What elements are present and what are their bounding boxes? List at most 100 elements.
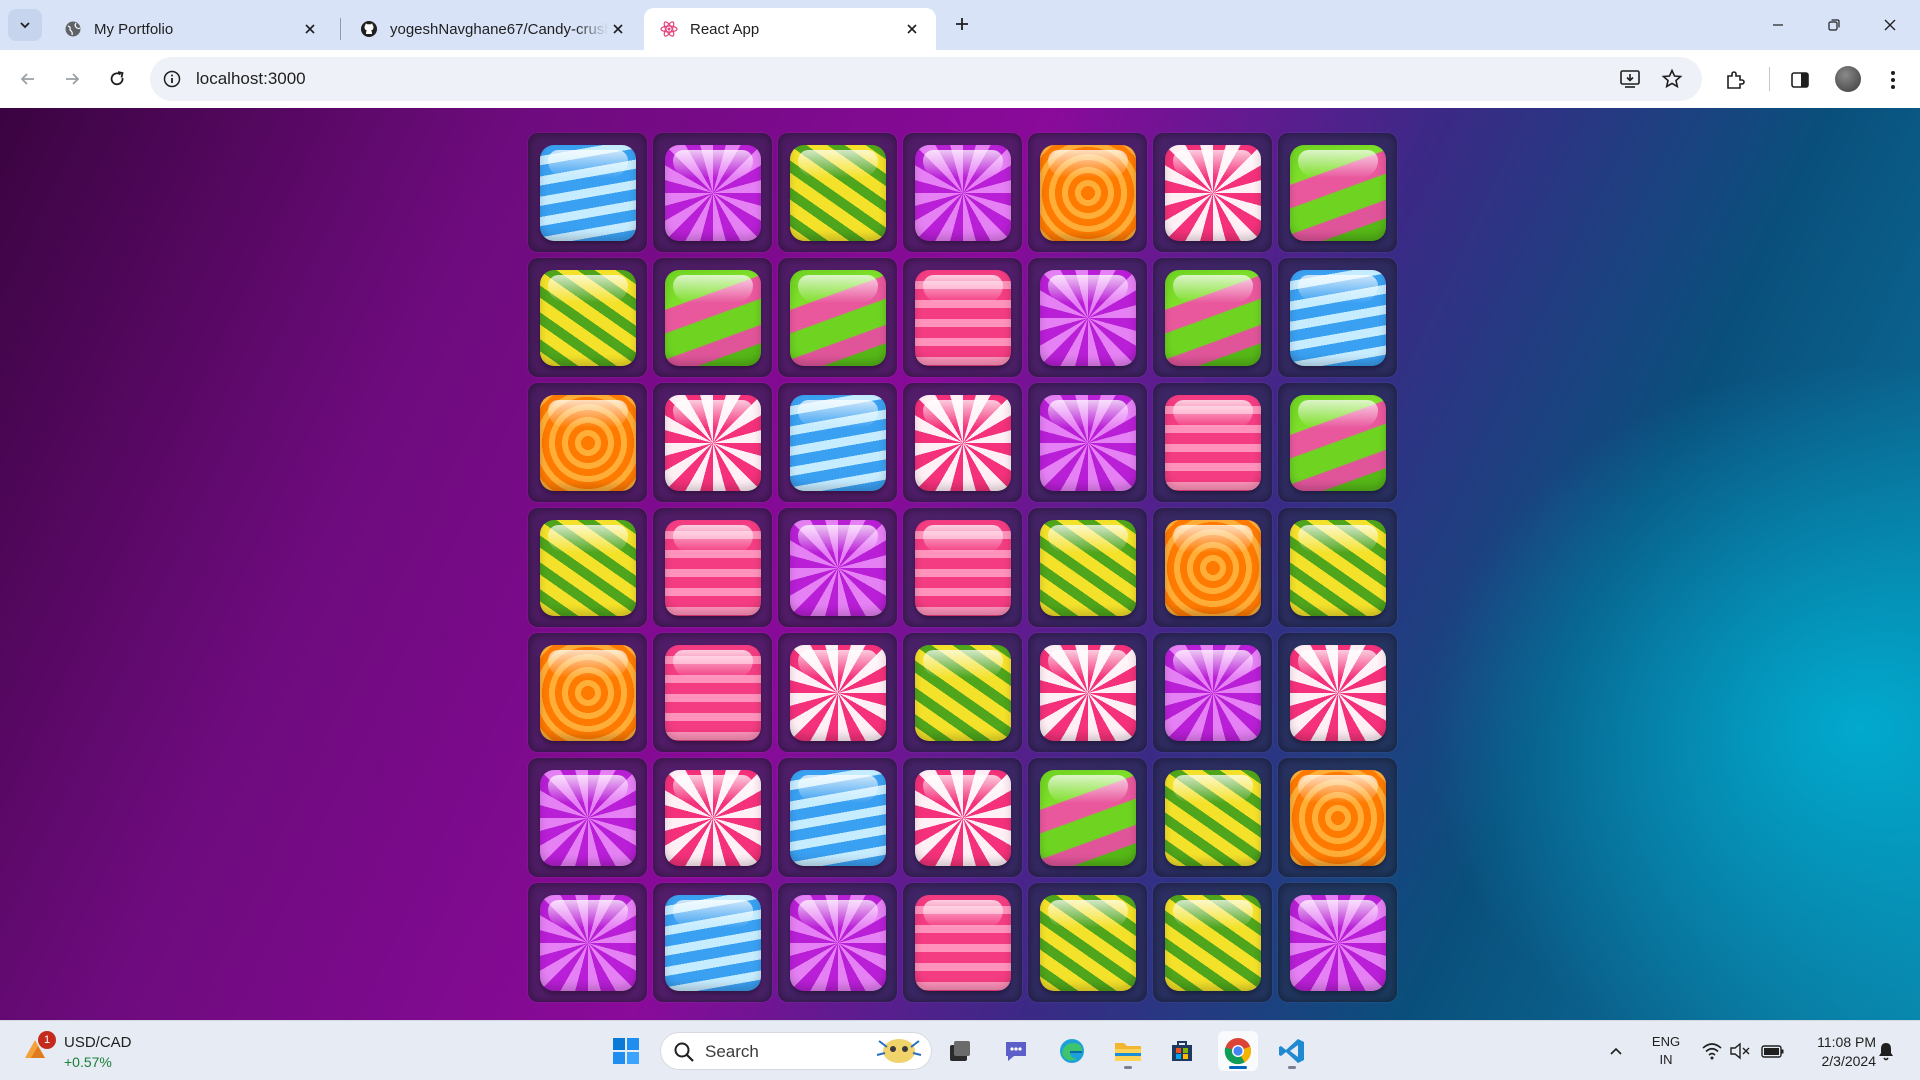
clock[interactable]: 11:08 PM 2/3/2024 bbox=[1792, 1033, 1876, 1071]
close-window-button[interactable] bbox=[1862, 0, 1918, 50]
candy-purple[interactable] bbox=[1164, 644, 1261, 741]
profile-avatar[interactable] bbox=[1835, 66, 1861, 92]
edge-button[interactable] bbox=[1052, 1031, 1092, 1071]
volume-muted-icon[interactable] bbox=[1728, 1039, 1752, 1063]
site-info-icon[interactable] bbox=[160, 67, 184, 91]
store-button[interactable] bbox=[1162, 1031, 1202, 1071]
candy-blue[interactable] bbox=[664, 894, 761, 991]
candy-yellow[interactable] bbox=[1039, 894, 1136, 991]
candy-purple[interactable] bbox=[1289, 894, 1386, 991]
candy-red[interactable] bbox=[1289, 644, 1386, 741]
candy-yellow[interactable] bbox=[1039, 519, 1136, 616]
cell-slot bbox=[1028, 883, 1147, 1002]
tab-react-app[interactable]: React App bbox=[644, 8, 936, 50]
board-cell bbox=[525, 505, 650, 630]
cell-slot bbox=[1153, 508, 1272, 627]
candy-purple[interactable] bbox=[1039, 394, 1136, 491]
url-text[interactable]: localhost:3000 bbox=[196, 69, 306, 89]
candy-purple[interactable] bbox=[539, 769, 636, 866]
file-explorer-button[interactable] bbox=[1108, 1031, 1148, 1071]
board-cell bbox=[1275, 630, 1400, 755]
candy-red[interactable] bbox=[789, 644, 886, 741]
chrome-button[interactable] bbox=[1218, 1031, 1258, 1071]
close-icon[interactable] bbox=[300, 19, 320, 39]
candy-blue[interactable] bbox=[789, 769, 886, 866]
candy-yellow[interactable] bbox=[539, 519, 636, 616]
close-icon[interactable] bbox=[608, 19, 628, 39]
candy-orange[interactable] bbox=[539, 394, 636, 491]
task-view-button[interactable] bbox=[940, 1031, 980, 1071]
candy-yellow[interactable] bbox=[789, 144, 886, 241]
more-menu-icon[interactable] bbox=[1880, 67, 1906, 93]
candy-red[interactable] bbox=[664, 769, 761, 866]
candy-red[interactable] bbox=[914, 769, 1011, 866]
region-code: IN bbox=[1659, 1052, 1673, 1067]
install-app-icon[interactable] bbox=[1618, 67, 1642, 91]
candy-blue[interactable] bbox=[789, 394, 886, 491]
candy-yellow[interactable] bbox=[1164, 894, 1261, 991]
taskbar-search[interactable]: Search bbox=[660, 1032, 932, 1070]
battery-icon[interactable] bbox=[1760, 1039, 1786, 1063]
start-button[interactable] bbox=[606, 1031, 646, 1071]
candy-green[interactable] bbox=[1289, 394, 1386, 491]
toolbar-divider bbox=[1769, 67, 1770, 91]
candy-purple[interactable] bbox=[789, 894, 886, 991]
restore-icon bbox=[1828, 19, 1840, 31]
candy-yellow[interactable] bbox=[1289, 519, 1386, 616]
candy-red[interactable] bbox=[914, 394, 1011, 491]
candy-green[interactable] bbox=[1039, 769, 1136, 866]
tab-my-portfolio[interactable]: My Portfolio bbox=[48, 8, 334, 50]
candy-orange[interactable] bbox=[1289, 769, 1386, 866]
forward-button[interactable] bbox=[52, 59, 92, 99]
candy-red[interactable] bbox=[664, 394, 761, 491]
tab-github-repo[interactable]: yogeshNavghane67/Candy-crush bbox=[344, 8, 642, 50]
side-panel-icon[interactable] bbox=[1787, 67, 1813, 93]
candy-yellow[interactable] bbox=[914, 644, 1011, 741]
candy-purple[interactable] bbox=[914, 144, 1011, 241]
candy-pink[interactable] bbox=[914, 269, 1011, 366]
candy-red[interactable] bbox=[1164, 144, 1261, 241]
candy-green[interactable] bbox=[664, 269, 761, 366]
new-tab-button[interactable] bbox=[948, 10, 976, 38]
reload-button[interactable] bbox=[97, 59, 137, 99]
bookmark-star-icon[interactable] bbox=[1660, 67, 1684, 91]
input-language[interactable]: ENG IN bbox=[1648, 1033, 1684, 1069]
notification-bell-icon[interactable] bbox=[1874, 1039, 1898, 1063]
close-icon[interactable] bbox=[902, 19, 922, 39]
candy-pink[interactable] bbox=[664, 644, 761, 741]
address-bar[interactable]: localhost:3000 bbox=[150, 57, 1702, 101]
vscode-button[interactable] bbox=[1272, 1031, 1312, 1071]
candy-pink[interactable] bbox=[1164, 394, 1261, 491]
candy-purple[interactable] bbox=[539, 894, 636, 991]
board-cell bbox=[525, 380, 650, 505]
show-hidden-icons-button[interactable] bbox=[1604, 1039, 1628, 1063]
candy-blue[interactable] bbox=[539, 144, 636, 241]
cell-slot bbox=[653, 258, 772, 377]
extensions-icon[interactable] bbox=[1722, 67, 1748, 93]
candy-green[interactable] bbox=[1289, 144, 1386, 241]
cell-slot bbox=[1153, 383, 1272, 502]
candy-green[interactable] bbox=[1164, 269, 1261, 366]
teams-chat-button[interactable] bbox=[996, 1031, 1036, 1071]
wifi-icon[interactable] bbox=[1700, 1039, 1724, 1063]
back-button[interactable] bbox=[8, 59, 48, 99]
candy-purple[interactable] bbox=[664, 144, 761, 241]
candy-orange[interactable] bbox=[1164, 519, 1261, 616]
candy-pink[interactable] bbox=[914, 894, 1011, 991]
candy-pink[interactable] bbox=[664, 519, 761, 616]
candy-orange[interactable] bbox=[1039, 144, 1136, 241]
candy-purple[interactable] bbox=[1039, 269, 1136, 366]
restore-button[interactable] bbox=[1806, 0, 1862, 50]
minimize-button[interactable] bbox=[1750, 0, 1806, 50]
board-cell bbox=[650, 755, 775, 880]
candy-orange[interactable] bbox=[539, 644, 636, 741]
candy-yellow[interactable] bbox=[539, 269, 636, 366]
candy-yellow[interactable] bbox=[1164, 769, 1261, 866]
candy-pink[interactable] bbox=[914, 519, 1011, 616]
tab-search-button[interactable] bbox=[8, 9, 42, 41]
candy-green[interactable] bbox=[789, 269, 886, 366]
candy-purple[interactable] bbox=[789, 519, 886, 616]
candy-red[interactable] bbox=[1039, 644, 1136, 741]
weather-stock-widget[interactable]: 1 USD/CAD +0.57% bbox=[22, 1030, 172, 1072]
candy-blue[interactable] bbox=[1289, 269, 1386, 366]
